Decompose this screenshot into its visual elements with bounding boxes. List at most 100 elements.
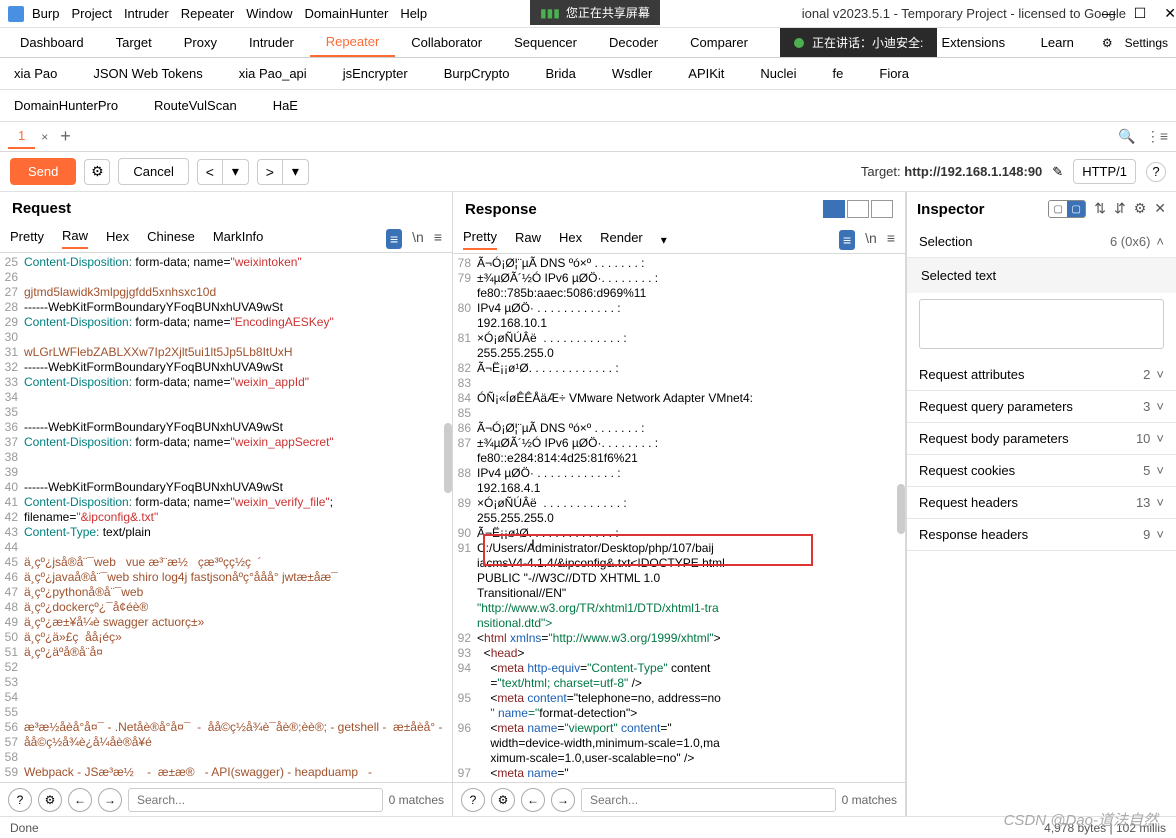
menu-domainhunter[interactable]: DomainHunter [304,6,388,21]
request-search-input[interactable] [128,788,383,812]
menu-repeater[interactable]: Repeater [181,6,234,21]
minimize-icon[interactable]: — [1102,5,1116,22]
exttab-brida[interactable]: Brida [539,62,581,85]
close-icon[interactable]: ✕ [1164,5,1176,22]
history-back-button[interactable]: < [197,159,223,185]
exttab-json-web-tokens[interactable]: JSON Web Tokens [87,62,208,85]
send-button[interactable]: Send [10,158,76,185]
inspector-request-body-parameters[interactable]: Request body parameters10˅ [907,423,1176,455]
tab-repeater[interactable]: Repeater [310,28,395,57]
edit-target-icon[interactable]: ✎ [1052,164,1063,180]
selection-section[interactable]: Selection 6 (0x6)˄ [907,226,1176,258]
exttab-fiora[interactable]: Fiora [873,62,915,85]
selected-text-box[interactable] [919,299,1164,349]
history-fwd-button[interactable]: > [257,159,283,185]
inspector-view-toggle[interactable]: ▢▢ [1048,200,1086,218]
learn-tab[interactable]: Learn [1025,29,1090,56]
response-actions-icon[interactable]: ≡ [839,230,855,250]
viewtab-markinfo[interactable]: MarkInfo [213,229,264,248]
exttab-nuclei[interactable]: Nuclei [754,62,802,85]
menu-window[interactable]: Window [246,6,292,21]
response-scrollbar[interactable] [897,484,905,534]
cancel-button[interactable]: Cancel [118,158,188,185]
settings-label[interactable]: Settings [1125,36,1168,50]
search-icon[interactable]: 🔍 [1118,128,1135,145]
hamburger-icon[interactable]: ≡ [434,229,442,249]
exttab-wsdler[interactable]: Wsdler [606,62,658,85]
menu-help[interactable]: Help [400,6,427,21]
close-tab-icon[interactable]: × [41,130,48,144]
exttab-jsencrypter[interactable]: jsEncrypter [337,62,414,85]
chevron-down-icon[interactable]: ▾ [661,233,667,247]
request-editor[interactable]: 25Content-Disposition: form-data; name="… [0,253,452,782]
inspector-gear-icon[interactable]: ⚙ [1134,200,1147,218]
exttab-domainhunterpro[interactable]: DomainHunterPro [8,94,124,117]
inspector-request-headers[interactable]: Request headers13˅ [907,487,1176,519]
tab-1[interactable]: 1 [8,124,35,149]
gear-icon[interactable]: ⚙ [1102,36,1113,50]
layout-toggle[interactable] [823,200,893,218]
response-viewer[interactable]: I 78Ã¬Ó¡Ø¦¨µÃ DNS ºó×º . . . . . . . :79… [453,254,905,782]
search-next-icon[interactable]: → [551,788,575,812]
maximize-icon[interactable]: ☐ [1134,5,1147,22]
inspector-request-query-parameters[interactable]: Request query parameters3˅ [907,391,1176,423]
exttab-fe[interactable]: fe [827,62,850,85]
tab-intruder[interactable]: Intruder [233,29,310,56]
search-next-icon[interactable]: → [98,788,122,812]
history-back-menu[interactable]: ▾ [223,159,249,185]
tab-extensions[interactable]: Extensions [926,29,1022,56]
help-icon[interactable]: ? [1146,162,1166,182]
exttab-xia-pao_api[interactable]: xia Pao_api [233,62,313,85]
tab-collaborator[interactable]: Collaborator [395,29,498,56]
response-search-input[interactable] [581,788,836,812]
expand-icon[interactable]: ⇅ [1094,200,1106,218]
exttab-apikit[interactable]: APIKit [682,62,730,85]
history-fwd-menu[interactable]: ▾ [283,159,309,185]
viewtab-render[interactable]: Render [600,230,643,249]
tab-target[interactable]: Target [100,29,168,56]
inspector-title: Inspector [917,201,985,218]
selected-text-label: Selected text [907,258,1176,293]
tab-sequencer[interactable]: Sequencer [498,29,593,56]
viewtab-pretty[interactable]: Pretty [463,229,497,250]
add-tab-icon[interactable]: + [60,126,71,147]
viewtab-chinese[interactable]: Chinese [147,229,195,248]
search-prev-icon[interactable]: ← [68,788,92,812]
collapse-icon[interactable]: ⇵ [1114,200,1126,218]
request-scrollbar[interactable] [444,423,452,493]
menu-intruder[interactable]: Intruder [124,6,169,21]
viewtab-hex[interactable]: Hex [106,229,129,248]
newline-icon[interactable]: \n [412,229,424,249]
exttab-hae[interactable]: HaE [267,94,304,117]
search-prev-icon[interactable]: ← [521,788,545,812]
inspector-request-cookies[interactable]: Request cookies5˅ [907,455,1176,487]
viewtab-raw[interactable]: Raw [62,228,88,249]
watermark: CSDN @Dao-道法自然 [1004,809,1158,830]
viewtab-raw[interactable]: Raw [515,230,541,249]
newline-icon[interactable]: \n [865,230,877,250]
http-version[interactable]: HTTP/1 [1073,159,1136,184]
request-settings-icon[interactable]: ⚙ [84,159,110,185]
inspector-response-headers[interactable]: Response headers9˅ [907,519,1176,551]
search-help-icon[interactable]: ? [461,788,485,812]
list-icon[interactable]: ⋮≡ [1146,128,1168,145]
tab-decoder[interactable]: Decoder [593,29,674,56]
hamburger-icon[interactable]: ≡ [887,230,895,250]
exttab-burpcrypto[interactable]: BurpCrypto [438,62,516,85]
tab-dashboard[interactable]: Dashboard [4,29,100,56]
exttab-xia-pao[interactable]: xia Pao [8,62,63,85]
menu-burp[interactable]: Burp [32,6,59,21]
viewtab-hex[interactable]: Hex [559,230,582,249]
tab-proxy[interactable]: Proxy [168,29,233,56]
inspector-request-attributes[interactable]: Request attributes2˅ [907,359,1176,391]
search-gear-icon[interactable]: ⚙ [38,788,62,812]
menu-project[interactable]: Project [71,6,111,21]
response-panel: Response PrettyRawHexRender▾ ≡ \n ≡ I 78… [453,192,906,816]
tab-comparer[interactable]: Comparer [674,29,764,56]
inspector-close-icon[interactable]: ✕ [1154,200,1166,218]
viewtab-pretty[interactable]: Pretty [10,229,44,248]
request-actions-icon[interactable]: ≡ [386,229,402,249]
search-gear-icon[interactable]: ⚙ [491,788,515,812]
exttab-routevulscan[interactable]: RouteVulScan [148,94,243,117]
search-help-icon[interactable]: ? [8,788,32,812]
